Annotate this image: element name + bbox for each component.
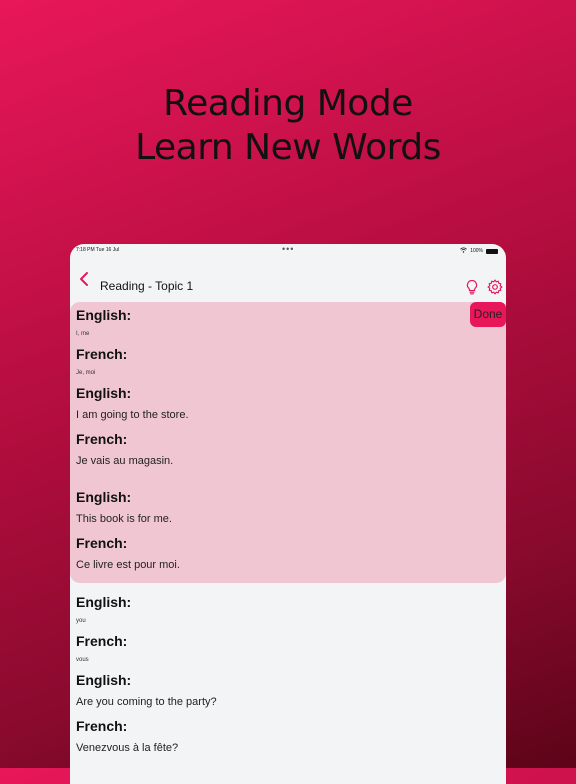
promo-title: Reading Mode Learn New Words	[0, 82, 576, 170]
status-bar: 7:18 PM Tue 16 Jul ••• 100%	[70, 244, 506, 256]
nav-bar: Reading - Topic 1	[70, 256, 506, 302]
entry-label: French:	[76, 633, 128, 649]
entry-value: Je, moi	[76, 370, 96, 376]
battery-percent: 100%	[470, 248, 483, 254]
entry-value: you	[76, 618, 86, 624]
entry-word-french: French: vous	[76, 632, 127, 664]
multitask-dots-icon[interactable]: •••	[282, 244, 294, 254]
entry-word-english: English: you	[76, 593, 131, 625]
entry-sentence-english: English: This book is for me.	[76, 488, 172, 526]
entry-label: English:	[76, 385, 132, 401]
entry-value: Ce livre est pour moi.	[76, 559, 180, 571]
wifi-icon	[460, 247, 468, 255]
entry-word-french: French: Je, moi	[76, 345, 127, 377]
entry-value: This book is for me.	[76, 513, 172, 525]
entry-label: French:	[76, 535, 128, 551]
back-chevron-icon[interactable]	[76, 270, 94, 288]
entry-label: French:	[76, 718, 128, 734]
entry-value: Are you coming to the party?	[76, 696, 217, 708]
entry-label: French:	[76, 431, 128, 447]
entry-label: English:	[76, 594, 132, 610]
entry-label: English:	[76, 307, 132, 323]
entry-value: I, me	[76, 331, 90, 337]
entry-value: vous	[76, 657, 89, 663]
entry-sentence-english: English: Are you coming to the party?	[76, 671, 217, 709]
entry-label: English:	[76, 672, 132, 688]
entry-sentence-english: English: I am going to the store.	[76, 384, 189, 422]
battery-icon	[486, 248, 498, 254]
lightbulb-icon[interactable]	[464, 279, 480, 295]
entry-word-english: English: I, me	[76, 306, 131, 338]
entry-sentence-french: French: Je vais au magasin.	[76, 430, 173, 468]
promo-line-1: Reading Mode	[163, 83, 413, 124]
gear-icon[interactable]	[487, 279, 503, 295]
status-right: 100%	[460, 247, 498, 255]
entry-label: English:	[76, 489, 132, 505]
page-title: Reading - Topic 1	[100, 279, 194, 293]
device-screen: 7:18 PM Tue 16 Jul ••• 100% Reading - To…	[70, 244, 506, 784]
entry-value: I am going to the store.	[76, 409, 189, 421]
done-button[interactable]: Done	[470, 302, 506, 327]
entry-value: Venezvous à la fête?	[76, 742, 179, 754]
entry-sentence-french: French: Ce livre est pour moi.	[76, 534, 180, 572]
status-time: 7:18 PM Tue 16 Jul	[76, 247, 120, 253]
entry-sentence-french: French: Venezvous à la fête?	[76, 717, 178, 755]
entry-label: French:	[76, 346, 128, 362]
promo-line-2: Learn New Words	[135, 127, 441, 168]
entry-value: Je vais au magasin.	[76, 455, 174, 467]
